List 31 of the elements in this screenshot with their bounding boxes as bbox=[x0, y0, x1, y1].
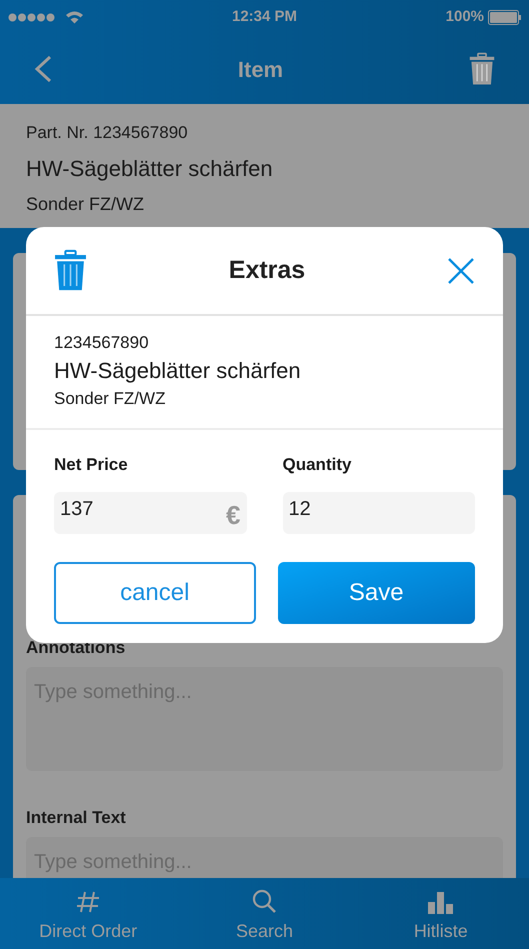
tab-button[interactable]: Direct Order bbox=[0, 878, 176, 949]
nav-title: Item bbox=[236, 56, 284, 84]
part-number: Part. Nr. 1234567890 bbox=[26, 122, 189, 144]
back-icon[interactable] bbox=[34, 55, 52, 83]
section-label: Internal Text bbox=[26, 807, 127, 829]
section-label: Annotations bbox=[26, 637, 126, 659]
trash-icon[interactable] bbox=[54, 249, 87, 292]
save-button[interactable]: Save bbox=[278, 562, 475, 624]
battery-icon bbox=[488, 10, 522, 24]
hash-icon bbox=[75, 890, 102, 914]
battery-percent: 100% bbox=[446, 6, 484, 27]
field-label: Net Price bbox=[54, 454, 129, 476]
wifi-icon bbox=[65, 10, 84, 24]
cancel-button[interactable]: cancel bbox=[54, 562, 256, 624]
item-name: HW-Sägeblätter schärfen bbox=[26, 154, 274, 183]
dialog-title: Extras bbox=[228, 254, 306, 286]
trash-icon[interactable] bbox=[469, 52, 495, 86]
close-icon[interactable] bbox=[447, 256, 475, 284]
input-field[interactable]: 12 bbox=[282, 492, 475, 534]
item-category: Sonder FZ/WZ bbox=[54, 388, 166, 410]
search-icon bbox=[251, 888, 278, 914]
item-number: 1234567890 bbox=[54, 332, 150, 354]
status-time: 12:34 PM bbox=[232, 6, 298, 27]
tab-button[interactable]: Search bbox=[176, 878, 353, 949]
input-field[interactable]: 137 € bbox=[54, 492, 246, 534]
bar-chart-icon bbox=[428, 892, 454, 914]
signal-icon bbox=[8, 12, 55, 22]
item-category: Sonder FZ/WZ bbox=[26, 192, 146, 216]
item-name: HW-Sägeblätter schärfen bbox=[54, 356, 302, 385]
tab-button[interactable]: Hitliste bbox=[352, 878, 529, 949]
field-label: Quantity bbox=[282, 454, 352, 476]
